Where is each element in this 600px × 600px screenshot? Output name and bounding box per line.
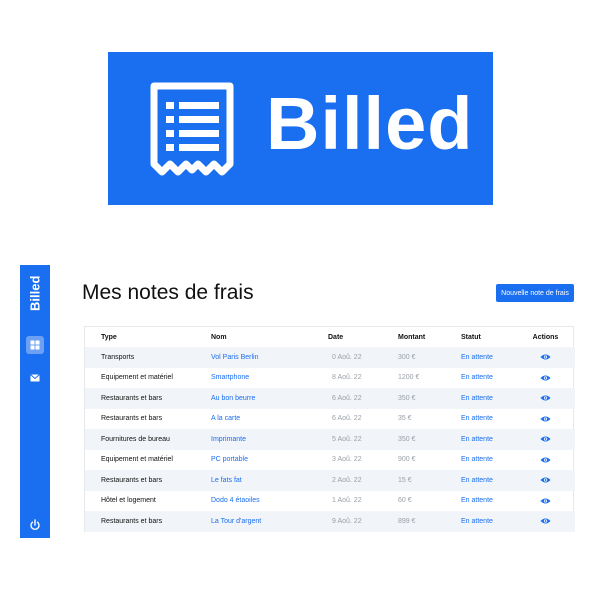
table-row[interactable]: Equipement et matériel Smartphone 8 Aoû.… bbox=[85, 368, 575, 389]
bill-name: Le fats fat bbox=[211, 470, 328, 491]
eye-icon[interactable] bbox=[540, 476, 551, 484]
table-row[interactable]: Transports Vol Paris Berlin 0 Aoû. 22 30… bbox=[85, 347, 575, 368]
logout-button[interactable] bbox=[26, 516, 44, 534]
eye-icon[interactable] bbox=[540, 435, 551, 443]
bill-type: Transports bbox=[101, 347, 211, 368]
table-row[interactable]: Restaurants et bars A la carte 6 Aoû. 22… bbox=[85, 409, 575, 430]
bill-type: Equipement et matériel bbox=[101, 374, 173, 382]
bill-name: La Tour d'argent bbox=[211, 511, 328, 532]
column-header-date[interactable]: Date bbox=[328, 327, 398, 347]
table-header-row: Type Nom Date Montant Statut Actions bbox=[85, 327, 575, 347]
logo-text: Billed bbox=[266, 82, 474, 165]
eye-icon[interactable] bbox=[540, 415, 551, 423]
bill-status: En attente bbox=[461, 456, 493, 464]
receipt-icon bbox=[150, 82, 234, 176]
bill-name: Au bon beurre bbox=[211, 388, 328, 409]
bill-date: 6 Aoû. 22 bbox=[332, 415, 362, 423]
bill-type: Restaurants et bars bbox=[101, 511, 211, 532]
bill-type: Hôtel et logement bbox=[101, 497, 156, 505]
bill-status: En attente bbox=[461, 429, 516, 450]
table-row[interactable]: Restaurants et bars Au bon beurre 6 Aoû.… bbox=[85, 388, 575, 409]
column-header-actions: Actions bbox=[532, 333, 559, 341]
bill-name: Imprimante bbox=[211, 429, 328, 450]
bill-date: 0 Aoû. 22 bbox=[328, 347, 398, 368]
bill-status: En attente bbox=[461, 374, 493, 382]
bill-amount: 899 € bbox=[398, 511, 461, 532]
page-title: Mes notes de frais bbox=[82, 281, 254, 304]
bill-date: 9 Aoû. 22 bbox=[328, 511, 398, 532]
bill-status: En attente bbox=[461, 415, 493, 423]
table-row[interactable]: Restaurants et bars La Tour d'argent 9 A… bbox=[85, 511, 575, 532]
table-row[interactable]: Equipement et matériel PC portable 3 Aoû… bbox=[85, 450, 575, 471]
table-row[interactable]: Restaurants et bars Le fats fat 2 Aoû. 2… bbox=[85, 470, 575, 491]
logo-banner: Billed bbox=[108, 52, 493, 205]
bill-date: 8 Aoû. 22 bbox=[332, 374, 362, 382]
bill-type: Equipement et matériel bbox=[101, 456, 173, 464]
mail-icon bbox=[30, 374, 40, 382]
sidebar-item-bills[interactable] bbox=[26, 336, 44, 354]
bill-status: En attente bbox=[461, 470, 516, 491]
eye-icon[interactable] bbox=[540, 374, 551, 382]
bill-status: En attente bbox=[461, 511, 516, 532]
bill-name: Dodo 4 étaoiles bbox=[211, 497, 260, 505]
bill-name: PC portable bbox=[211, 456, 248, 464]
bill-type: Restaurants et bars bbox=[101, 470, 211, 491]
bill-status: En attente bbox=[461, 388, 516, 409]
eye-icon[interactable] bbox=[540, 394, 551, 402]
table-row[interactable]: Fournitures de bureau Imprimante 5 Aoû. … bbox=[85, 429, 575, 450]
bill-status: En attente bbox=[461, 497, 493, 505]
bill-type: Restaurants et bars bbox=[101, 388, 211, 409]
eye-icon[interactable] bbox=[540, 353, 551, 361]
bill-amount: 300 € bbox=[398, 347, 461, 368]
bill-type: Fournitures de bureau bbox=[101, 429, 211, 450]
bill-amount: 60 € bbox=[398, 497, 412, 505]
bill-type: Restaurants et bars bbox=[101, 415, 163, 423]
bill-date: 1 Aoû. 22 bbox=[332, 497, 362, 505]
sidebar: Billed bbox=[20, 265, 50, 538]
eye-icon[interactable] bbox=[540, 456, 551, 464]
bill-status: En attente bbox=[461, 347, 516, 368]
bill-date: 6 Aoû. 22 bbox=[328, 388, 398, 409]
eye-icon[interactable] bbox=[540, 497, 551, 505]
power-icon bbox=[30, 519, 40, 531]
bill-name: A la carte bbox=[211, 415, 241, 423]
column-header-type[interactable]: Type bbox=[101, 327, 211, 347]
window-icon bbox=[30, 340, 40, 350]
bill-name: Smartphone bbox=[211, 374, 250, 382]
bill-amount: 35 € bbox=[398, 415, 412, 423]
sidebar-title: Billed bbox=[27, 275, 43, 311]
column-header-nom[interactable]: Nom bbox=[211, 327, 328, 347]
bill-amount: 350 € bbox=[398, 388, 461, 409]
bill-amount: 15 € bbox=[398, 470, 461, 491]
column-header-montant[interactable]: Montant bbox=[398, 327, 461, 347]
table-row[interactable]: Hôtel et logement Dodo 4 étaoiles 1 Aoû.… bbox=[85, 491, 575, 512]
bill-date: 3 Aoû. 22 bbox=[332, 456, 362, 464]
bills-table: Type Nom Date Montant Statut Actions Tra… bbox=[84, 326, 575, 532]
column-header-statut[interactable]: Statut bbox=[461, 327, 516, 347]
bill-amount: 350 € bbox=[398, 429, 461, 450]
sidebar-item-mail[interactable] bbox=[26, 369, 44, 387]
bill-date: 5 Aoû. 22 bbox=[328, 429, 398, 450]
bill-date: 2 Aoû. 22 bbox=[328, 470, 398, 491]
bill-name: Vol Paris Berlin bbox=[211, 347, 328, 368]
bill-amount: 900 € bbox=[398, 456, 416, 464]
new-bill-button[interactable]: Nouvelle note de frais bbox=[496, 284, 574, 302]
bill-amount: 1200 € bbox=[398, 374, 420, 382]
eye-icon[interactable] bbox=[540, 517, 551, 525]
